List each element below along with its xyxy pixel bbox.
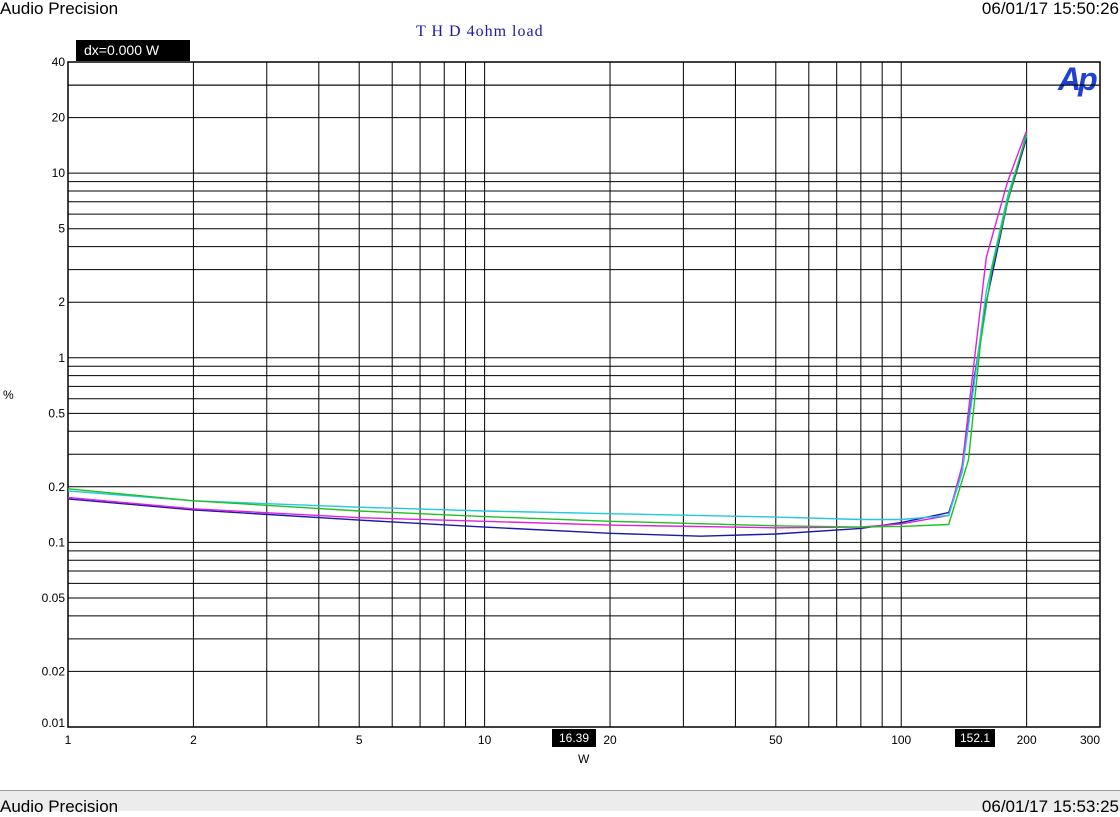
series-line-3 xyxy=(67,135,1028,521)
y-tick-label: 0.01 xyxy=(42,716,66,730)
x-tick-label: 1 xyxy=(65,733,72,747)
bottom-strip xyxy=(0,790,1120,811)
y-tick-label: 0.5 xyxy=(48,406,65,420)
y-tick-label: 10 xyxy=(52,166,66,180)
series-line-4 xyxy=(67,132,1028,528)
cursor-readout-right[interactable]: 152.1 xyxy=(955,729,995,747)
x-tick-label: 100 xyxy=(891,733,911,747)
x-axis-label: W xyxy=(578,752,590,766)
y-tick-label: 1 xyxy=(58,351,65,365)
y-tick-label: 2 xyxy=(58,295,65,309)
y-tick-label: 0.02 xyxy=(42,664,66,678)
footer-timestamp: 06/01/17 15:53:25 xyxy=(981,797,1119,816)
chart-grid xyxy=(68,62,1100,727)
x-tick-label: 20 xyxy=(603,733,617,747)
cursor-readout-left[interactable]: 16.39 xyxy=(552,729,596,747)
series-line-1 xyxy=(67,137,1028,537)
x-tick-label: 200 xyxy=(1017,733,1037,747)
y-axis-label: % xyxy=(3,388,14,402)
x-tick-label: 5 xyxy=(356,733,363,747)
x-tick-label: 2 xyxy=(190,733,197,747)
thd-chart: 1 2 5 10 20 50 100 200 300 0.01 0.02 0.05 0.1 0.2 0.5 1… xyxy=(42,55,1101,747)
x-tick-label: 300 xyxy=(1080,733,1100,747)
y-tick-label: 40 xyxy=(52,55,66,69)
y-tick-label: 0.2 xyxy=(48,480,65,494)
x-tick-label: 10 xyxy=(478,733,492,747)
y-tick-label: 0.1 xyxy=(48,535,65,549)
x-tick-label: 50 xyxy=(769,733,783,747)
plot-border xyxy=(67,61,1101,728)
y-tick-label: 0.05 xyxy=(42,591,66,605)
y-tick-label: 20 xyxy=(52,111,66,125)
footer-app-title: Audio Precision xyxy=(0,797,119,816)
tick-labels: 1 2 5 10 20 50 100 200 300 0.01 0.02 0.05 0.1 0.2 0.5 1… xyxy=(42,55,1101,747)
y-tick-label: 5 xyxy=(58,222,65,236)
series-line-2 xyxy=(67,130,1028,529)
plot-area-border xyxy=(67,61,1101,728)
